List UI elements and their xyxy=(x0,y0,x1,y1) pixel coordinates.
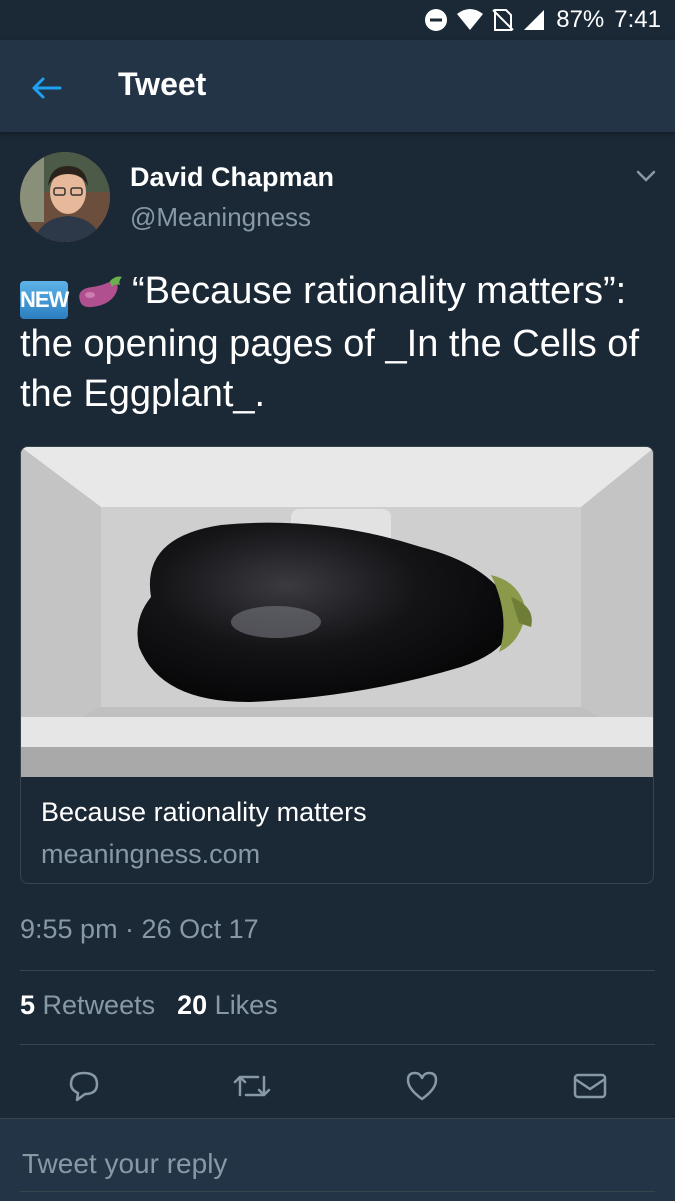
avatar-photo xyxy=(20,152,110,242)
card-image xyxy=(21,447,653,777)
tweet-timestamp: 9:55 pm · 26 Oct 17 xyxy=(20,914,259,944)
reply-button[interactable] xyxy=(64,1066,104,1106)
avatar[interactable] xyxy=(20,152,110,242)
message-icon xyxy=(573,1073,607,1099)
chevron-down-icon xyxy=(636,170,656,182)
eggplant-emoji-icon xyxy=(79,276,122,308)
app-bar: Tweet xyxy=(0,40,675,132)
retweet-icon xyxy=(233,1075,271,1097)
retweets-label: Retweets xyxy=(42,990,156,1020)
reply-underline xyxy=(20,1191,655,1192)
back-button[interactable] xyxy=(28,70,64,106)
direct-message-button[interactable] xyxy=(570,1066,610,1106)
wifi-icon xyxy=(457,9,484,30)
battery-level: 87% xyxy=(556,6,605,33)
dnd-icon xyxy=(425,9,448,31)
reply-icon xyxy=(69,1071,99,1102)
no-sim-icon xyxy=(492,9,514,31)
back-arrow-icon xyxy=(32,77,62,99)
retweets-stat[interactable]: 5 Retweets xyxy=(20,990,155,1021)
likes-stat[interactable]: 20 Likes xyxy=(177,990,278,1021)
author-handle[interactable]: @Meaningness xyxy=(130,202,311,233)
card-title: Because rationality matters xyxy=(41,797,367,827)
retweet-button[interactable] xyxy=(232,1066,272,1106)
like-icon xyxy=(406,1071,438,1101)
card-domain: meaningness.com xyxy=(41,839,261,869)
like-button[interactable] xyxy=(402,1066,442,1106)
link-card[interactable]: Because rationality matters meaningness.… xyxy=(20,446,654,884)
clock: 7:41 xyxy=(614,6,661,33)
divider xyxy=(20,970,655,971)
page-title: Tweet xyxy=(118,66,207,102)
likes-label: Likes xyxy=(214,990,278,1020)
signal-icon xyxy=(524,10,545,30)
tweet-menu-button[interactable] xyxy=(632,166,660,186)
retweets-count: 5 xyxy=(20,990,36,1020)
divider xyxy=(20,1044,655,1045)
author-name[interactable]: David Chapman xyxy=(130,162,334,193)
tweet-text: NEW “Because rationality matters”: the o… xyxy=(20,266,650,419)
status-icons xyxy=(424,8,546,32)
status-bar: 87% 7:41 xyxy=(0,0,675,40)
engagement-stats: 5 Retweets 20 Likes xyxy=(20,990,278,1021)
reply-input[interactable] xyxy=(20,1141,659,1187)
likes-count: 20 xyxy=(177,990,208,1020)
reply-bar xyxy=(0,1118,675,1201)
new-badge: NEW xyxy=(20,281,69,319)
